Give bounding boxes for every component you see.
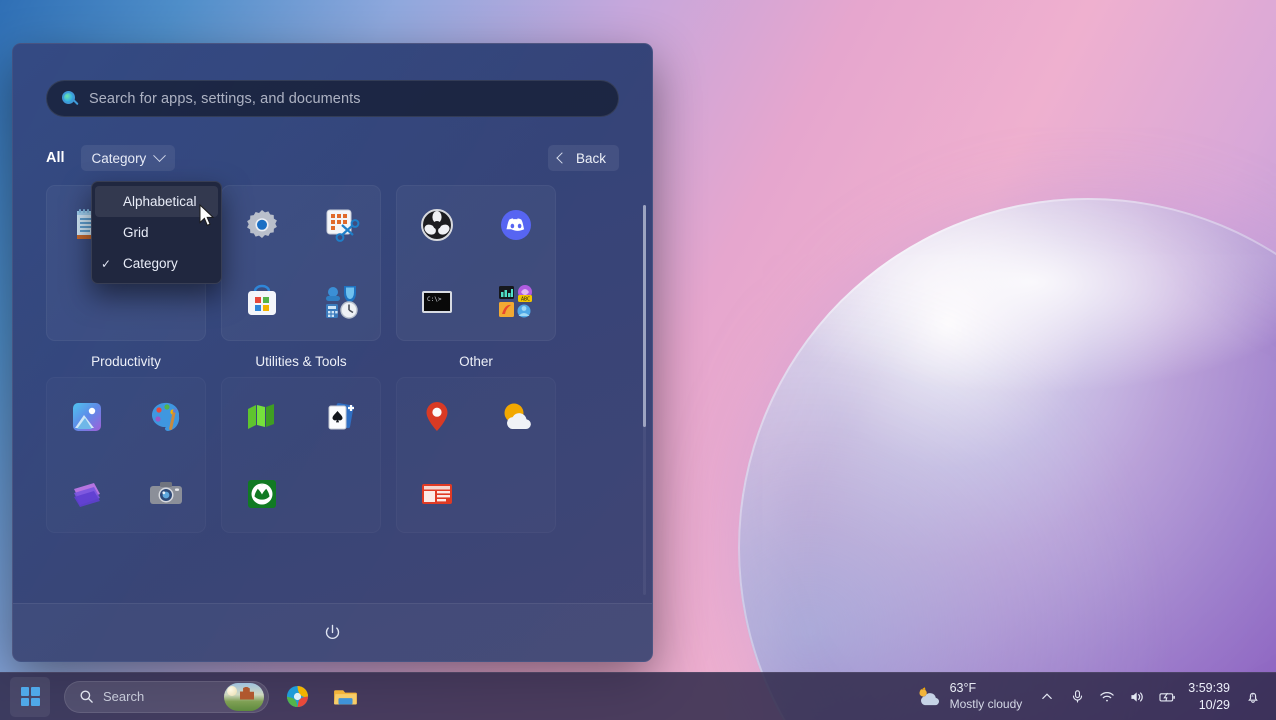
weather-text-block: 63°F Mostly cloudy <box>950 681 1023 712</box>
camera-icon[interactable] <box>147 475 185 513</box>
category-tile-other[interactable]: C:\> ABC <box>396 185 556 341</box>
taskbar-search-box[interactable]: Search <box>64 680 269 713</box>
windows-tools-cluster-icon[interactable] <box>322 283 360 321</box>
windows-logo-icon <box>20 687 40 706</box>
wallpaper-bloom-orb <box>738 198 1276 720</box>
taskbar-weather-widget[interactable]: 63°F Mostly cloudy <box>905 677 1033 716</box>
start-filter-bar: All Category Back <box>46 145 619 171</box>
chevron-down-icon <box>153 148 167 162</box>
empty-slot <box>147 283 185 321</box>
apps-scrollbar-thumb[interactable] <box>643 205 646 427</box>
empty-slot <box>497 475 535 513</box>
clock-time: 3:59:39 <box>1188 681 1230 696</box>
category-tile-utilities-tools[interactable] <box>221 185 381 341</box>
terminal-icon[interactable]: C:\> <box>418 283 456 321</box>
empty-slot <box>68 283 106 321</box>
start-search-input[interactable]: Search for apps, settings, and documents <box>46 80 619 117</box>
category-tile-games[interactable] <box>221 377 381 533</box>
start-search-placeholder: Search for apps, settings, and documents <box>89 90 361 107</box>
maps-pin-icon[interactable] <box>418 398 456 436</box>
photos-icon[interactable] <box>68 398 106 436</box>
taskbar-clock[interactable]: 3:59:39 10/29 <box>1182 680 1238 713</box>
svg-text:z: z <box>1251 693 1254 698</box>
back-button[interactable]: Back <box>547 145 619 171</box>
solitaire-icon[interactable] <box>322 398 360 436</box>
power-button[interactable] <box>316 616 350 650</box>
weather-icon[interactable] <box>497 398 535 436</box>
speaker-icon <box>1131 691 1144 702</box>
category-label: Other <box>459 354 493 369</box>
category-cell: C:\> ABC Other <box>396 185 556 369</box>
clock-date: 10/29 <box>1198 697 1230 712</box>
category-label: Productivity <box>91 354 161 369</box>
microphone-icon <box>1072 690 1082 703</box>
battery-button[interactable] <box>1152 681 1182 713</box>
wifi-icon <box>1100 691 1115 702</box>
svg-text:C:\>: C:\> <box>427 296 442 303</box>
discord-icon[interactable] <box>497 206 535 244</box>
notifications-bell-icon: z <box>1248 692 1258 703</box>
search-icon <box>80 690 93 703</box>
start-menu-panel: Search for apps, settings, and documents… <box>12 43 653 662</box>
sort-category-button[interactable]: Category <box>80 145 176 171</box>
filter-all-label[interactable]: All <box>46 150 65 166</box>
paint-icon[interactable] <box>147 398 185 436</box>
chevron-up-icon <box>1042 692 1053 699</box>
settings-gear-icon[interactable] <box>243 206 281 244</box>
notifications-button[interactable]: z <box>1238 681 1268 713</box>
dropdown-item-category[interactable]: ✓ Category <box>92 248 221 279</box>
start-menu-footer <box>13 603 652 661</box>
category-label: Utilities & Tools <box>255 354 347 369</box>
svg-text:ABC: ABC <box>521 296 530 302</box>
system-tray: 63°F Mostly cloudy 3:59:39 10/29 z <box>905 673 1276 720</box>
chevron-left-icon <box>556 152 568 164</box>
volume-button[interactable] <box>1122 681 1152 713</box>
back-button-label: Back <box>575 150 606 166</box>
dropdown-item-grid[interactable]: Grid <box>92 217 221 248</box>
category-cell <box>221 377 381 546</box>
obs-studio-icon[interactable] <box>418 206 456 244</box>
search-icon <box>61 90 79 108</box>
weather-widget-icon <box>919 686 939 705</box>
minecraft-icon[interactable] <box>243 398 281 436</box>
microphone-button[interactable] <box>1062 681 1092 713</box>
category-cell <box>46 377 206 546</box>
battery-icon <box>1159 692 1175 702</box>
misc-cluster-icon[interactable]: ABC <box>497 283 535 321</box>
wifi-button[interactable] <box>1092 681 1122 713</box>
xbox-icon[interactable] <box>243 475 281 513</box>
sort-category-label: Category <box>91 150 147 166</box>
category-cell: Utilities & Tools <box>221 185 381 369</box>
empty-slot <box>322 475 360 513</box>
dropdown-item-label: Grid <box>123 225 149 240</box>
category-cell <box>396 377 556 546</box>
dropdown-item-label: Category <box>123 256 178 271</box>
taskbar-search-placeholder: Search <box>103 689 145 704</box>
taskbar: Search 63°F Mostly cloudy 3:59:39 10/29 … <box>0 672 1276 720</box>
dropdown-item-alphabetical[interactable]: Alphabetical <box>95 186 218 217</box>
show-hidden-icons-button[interactable] <box>1032 681 1062 713</box>
snipping-tool-icon[interactable] <box>322 206 360 244</box>
check-icon: ✓ <box>101 256 112 271</box>
taskbar-start-button[interactable] <box>10 676 50 717</box>
category-tile-info[interactable] <box>396 377 556 533</box>
dropdown-item-label: Alphabetical <box>123 194 197 209</box>
news-icon[interactable] <box>418 475 456 513</box>
category-tile-media[interactable] <box>46 377 206 533</box>
desktop: Search for apps, settings, and documents… <box>0 0 1276 720</box>
weather-temperature: 63°F <box>949 681 977 696</box>
microsoft-store-icon[interactable] <box>243 283 281 321</box>
taskbar-edge-button[interactable] <box>277 677 317 717</box>
taskbar-search-thumbnail <box>224 682 264 711</box>
sort-dropdown-menu: Alphabetical Grid ✓ Category <box>91 181 222 284</box>
weather-condition: Mostly cloudy <box>949 696 1023 711</box>
clipchamp-icon[interactable] <box>68 475 106 513</box>
taskbar-file-explorer-button[interactable] <box>325 677 365 717</box>
